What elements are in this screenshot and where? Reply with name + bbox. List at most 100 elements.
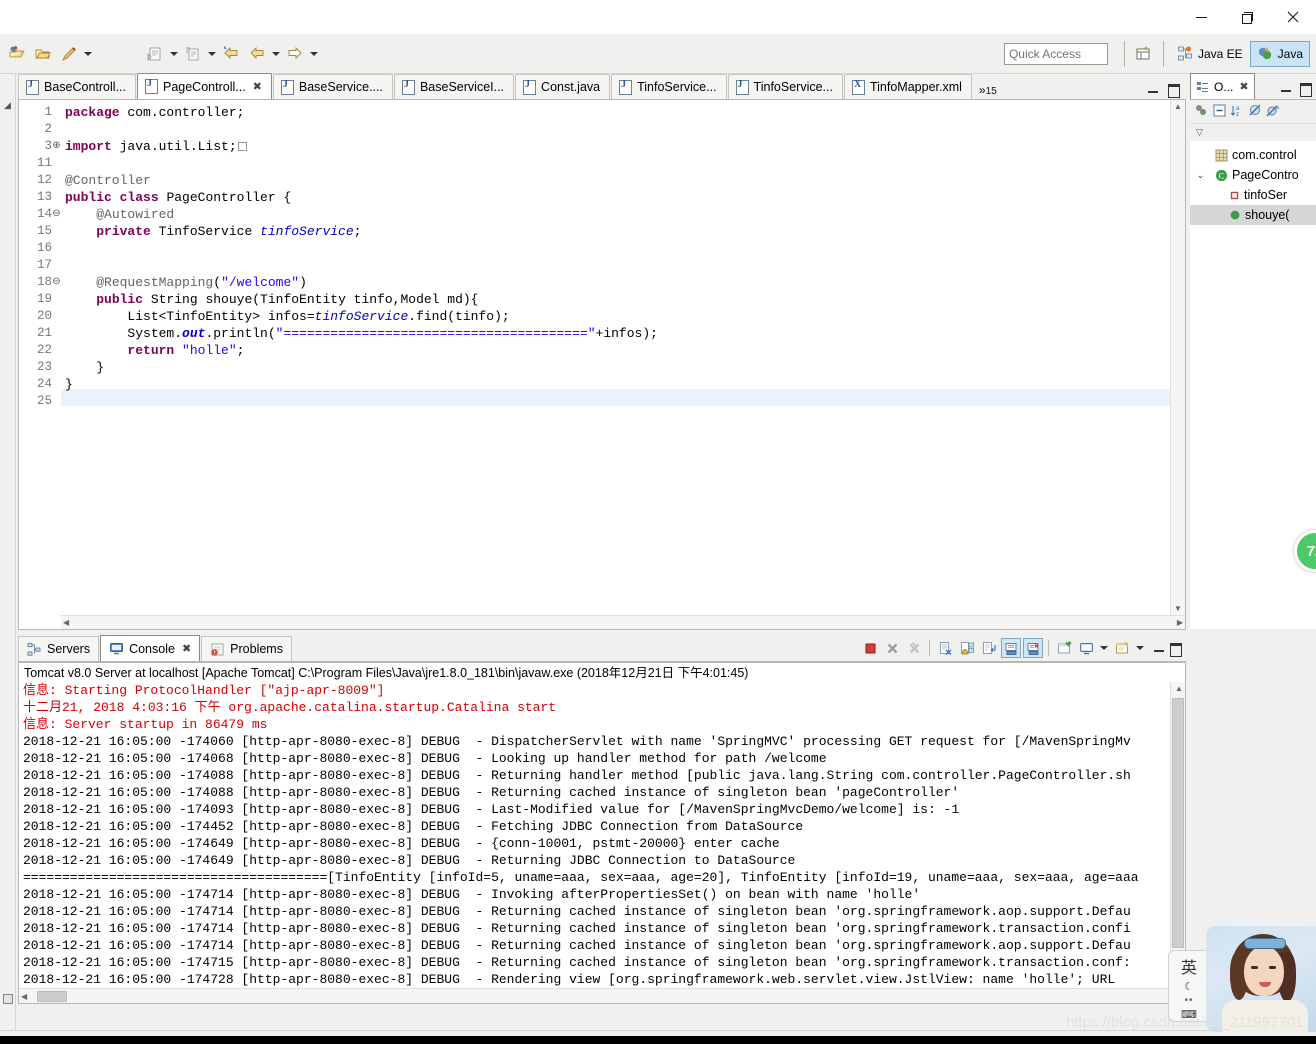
- scroll-down-icon[interactable]: ▼: [1174, 604, 1182, 613]
- console-text[interactable]: 信息: Starting ProtocolHandler ["ajp-apr-8…: [19, 682, 1169, 987]
- back-dropdown-arrow[interactable]: [270, 43, 282, 65]
- maximize-icon[interactable]: [1166, 82, 1180, 98]
- forward-button[interactable]: [283, 42, 307, 66]
- focus-on-active-task-icon[interactable]: [1194, 103, 1209, 121]
- editor-tab-baseservice[interactable]: BaseService....: [272, 74, 393, 99]
- code-line: @RequestMapping("/welcome"): [96, 275, 307, 290]
- fold-toggle-icon[interactable]: ⊖: [52, 206, 61, 223]
- editor-overflow-count: 15: [985, 86, 997, 97]
- window-maximize-button[interactable]: [1224, 1, 1270, 33]
- tab-problems[interactable]: Problems: [201, 636, 292, 661]
- new-java-package-dropdown[interactable]: [168, 43, 180, 65]
- window-close-button[interactable]: [1270, 1, 1316, 33]
- outline-tab[interactable]: O... ✖: [1190, 73, 1255, 99]
- window-minimize-button[interactable]: [1178, 1, 1224, 33]
- scroll-up-icon[interactable]: ▲: [1174, 102, 1182, 111]
- terminate-button[interactable]: [860, 638, 880, 658]
- editor-tab-basecontroller[interactable]: BaseControll...: [18, 74, 136, 99]
- new-java-package-button[interactable]: [143, 42, 167, 66]
- editor-tab-overflow-button[interactable]: » 15: [973, 83, 1003, 99]
- view-menu-icon[interactable]: ▽: [1196, 127, 1203, 138]
- editor-tab-tinfoservice[interactable]: TinfoService...: [611, 74, 727, 99]
- new-dropdown-arrow[interactable]: [82, 43, 94, 65]
- editor-gutter[interactable]: 1 2 3 ⊕ 11 12 13 14 ⊖ 15 16 17 18 ⊖ 19 20 21 22 23 24 25: [19, 100, 61, 629]
- close-icon[interactable]: ✖: [182, 642, 191, 655]
- show-console-on-output-button[interactable]: [1001, 638, 1021, 658]
- open-perspective-button[interactable]: [1131, 41, 1157, 67]
- forward-dropdown-arrow[interactable]: [308, 43, 320, 65]
- fold-toggle-icon[interactable]: ⊕: [52, 138, 61, 155]
- minimized-view-icon[interactable]: [3, 994, 13, 1004]
- ime-keyboard-icon[interactable]: ⌨: [1181, 1008, 1197, 1021]
- ime-language-icon[interactable]: 英: [1181, 954, 1197, 978]
- remove-launch-button[interactable]: [882, 638, 902, 658]
- ime-punctuation-icon[interactable]: ••: [1184, 995, 1193, 1006]
- editor-tab-pagecontroller[interactable]: PageControll... ✖: [136, 73, 272, 99]
- code-line: import java.util.List;: [65, 138, 247, 155]
- clear-console-button[interactable]: [935, 638, 955, 658]
- new-java-class-dropdown[interactable]: [206, 43, 218, 65]
- scroll-up-icon[interactable]: ▲: [1175, 684, 1183, 693]
- editor-horizontal-scrollbar[interactable]: ◀ ▶: [61, 615, 1185, 629]
- new-java-class-button[interactable]: [181, 42, 205, 66]
- scroll-lock-button[interactable]: [957, 638, 977, 658]
- scroll-left-icon[interactable]: ◀: [21, 992, 27, 1001]
- maximize-icon[interactable]: [1168, 641, 1182, 657]
- minimize-icon[interactable]: [1152, 641, 1166, 655]
- console-horizontal-scrollbar[interactable]: ◀ ▶: [19, 988, 1185, 1003]
- open-console-button[interactable]: [1112, 638, 1132, 658]
- show-console-on-error-button[interactable]: [1023, 638, 1043, 658]
- hide-static-icon[interactable]: s: [1266, 103, 1281, 121]
- word-wrap-button[interactable]: [979, 638, 999, 658]
- ime-mode-icon[interactable]: ☾: [1184, 980, 1194, 993]
- scroll-thumb[interactable]: [37, 991, 67, 1002]
- line-number: 1: [44, 105, 52, 119]
- outline-tab-bar: O... ✖: [1190, 73, 1316, 100]
- run-button[interactable]: [57, 42, 81, 66]
- remove-all-terminated-button[interactable]: [904, 638, 924, 658]
- open-console-dropdown-arrow[interactable]: [1134, 637, 1146, 659]
- collapse-all-icon[interactable]: [1212, 103, 1227, 121]
- sort-icon[interactable]: az: [1230, 103, 1245, 121]
- outline-tree-item[interactable]: ⌄ C PageContro: [1190, 165, 1316, 185]
- line-number: 25: [36, 394, 52, 408]
- editor-tab-tinfoserviceimpl[interactable]: TinfoService...: [727, 74, 843, 99]
- display-console-dropdown-arrow[interactable]: [1098, 637, 1110, 659]
- editor-tab-tinfomapper-xml[interactable]: TinfoMapper.xml: [843, 74, 972, 99]
- window-title-bar: [0, 0, 1316, 34]
- quick-access-input[interactable]: [1003, 42, 1108, 65]
- back-button[interactable]: [245, 42, 269, 66]
- fold-toggle-icon[interactable]: ⊖: [52, 274, 61, 291]
- editor-tab-baseserviceimpl[interactable]: BaseServiceI...: [393, 74, 515, 99]
- java-file-icon: [401, 79, 415, 95]
- outline-tree-item[interactable]: tinfoSer: [1190, 185, 1316, 205]
- scroll-right-icon[interactable]: ▶: [1177, 618, 1183, 627]
- editor-vertical-scrollbar[interactable]: ▲ ▼: [1170, 100, 1185, 615]
- minimize-icon[interactable]: [1146, 82, 1160, 96]
- restore-view-icon[interactable]: ◢: [4, 100, 11, 111]
- outline-tree-item[interactable]: shouye(: [1190, 205, 1316, 225]
- console-output-body[interactable]: 信息: Starting ProtocolHandler ["ajp-apr-8…: [18, 682, 1186, 1004]
- scroll-thumb[interactable]: [1172, 698, 1184, 948]
- display-selected-console-button[interactable]: [1076, 638, 1096, 658]
- pin-console-button[interactable]: [1054, 638, 1074, 658]
- previous-edit-location-button[interactable]: [219, 42, 243, 66]
- maximize-icon[interactable]: [1298, 81, 1312, 97]
- tab-console[interactable]: Console ✖: [100, 635, 201, 661]
- new-wizard-button[interactable]: [5, 42, 29, 66]
- ime-floating-toolbar[interactable]: 英 ☾ •• ⌨: [1168, 950, 1210, 1022]
- perspective-java-ee[interactable]: Java EE: [1170, 41, 1250, 67]
- editor-tab-const[interactable]: Const.java: [515, 74, 611, 99]
- outline-tree-item[interactable]: com.control: [1190, 145, 1316, 165]
- expand-arrow-icon[interactable]: ⌄: [1194, 170, 1207, 181]
- minimize-icon[interactable]: [1279, 81, 1293, 95]
- hide-fields-icon[interactable]: [1248, 103, 1263, 121]
- scroll-left-icon[interactable]: ◀: [63, 618, 69, 627]
- perspective-java[interactable]: Java: [1249, 40, 1310, 67]
- close-icon[interactable]: ✖: [253, 80, 262, 93]
- open-resource-button[interactable]: [31, 42, 55, 66]
- code-text-area[interactable]: package com.controller; import java.util…: [61, 100, 1185, 629]
- close-icon[interactable]: ✖: [1239, 80, 1248, 93]
- tab-servers[interactable]: Servers: [18, 636, 100, 661]
- console-vertical-scrollbar[interactable]: ▲ ▼: [1170, 682, 1185, 987]
